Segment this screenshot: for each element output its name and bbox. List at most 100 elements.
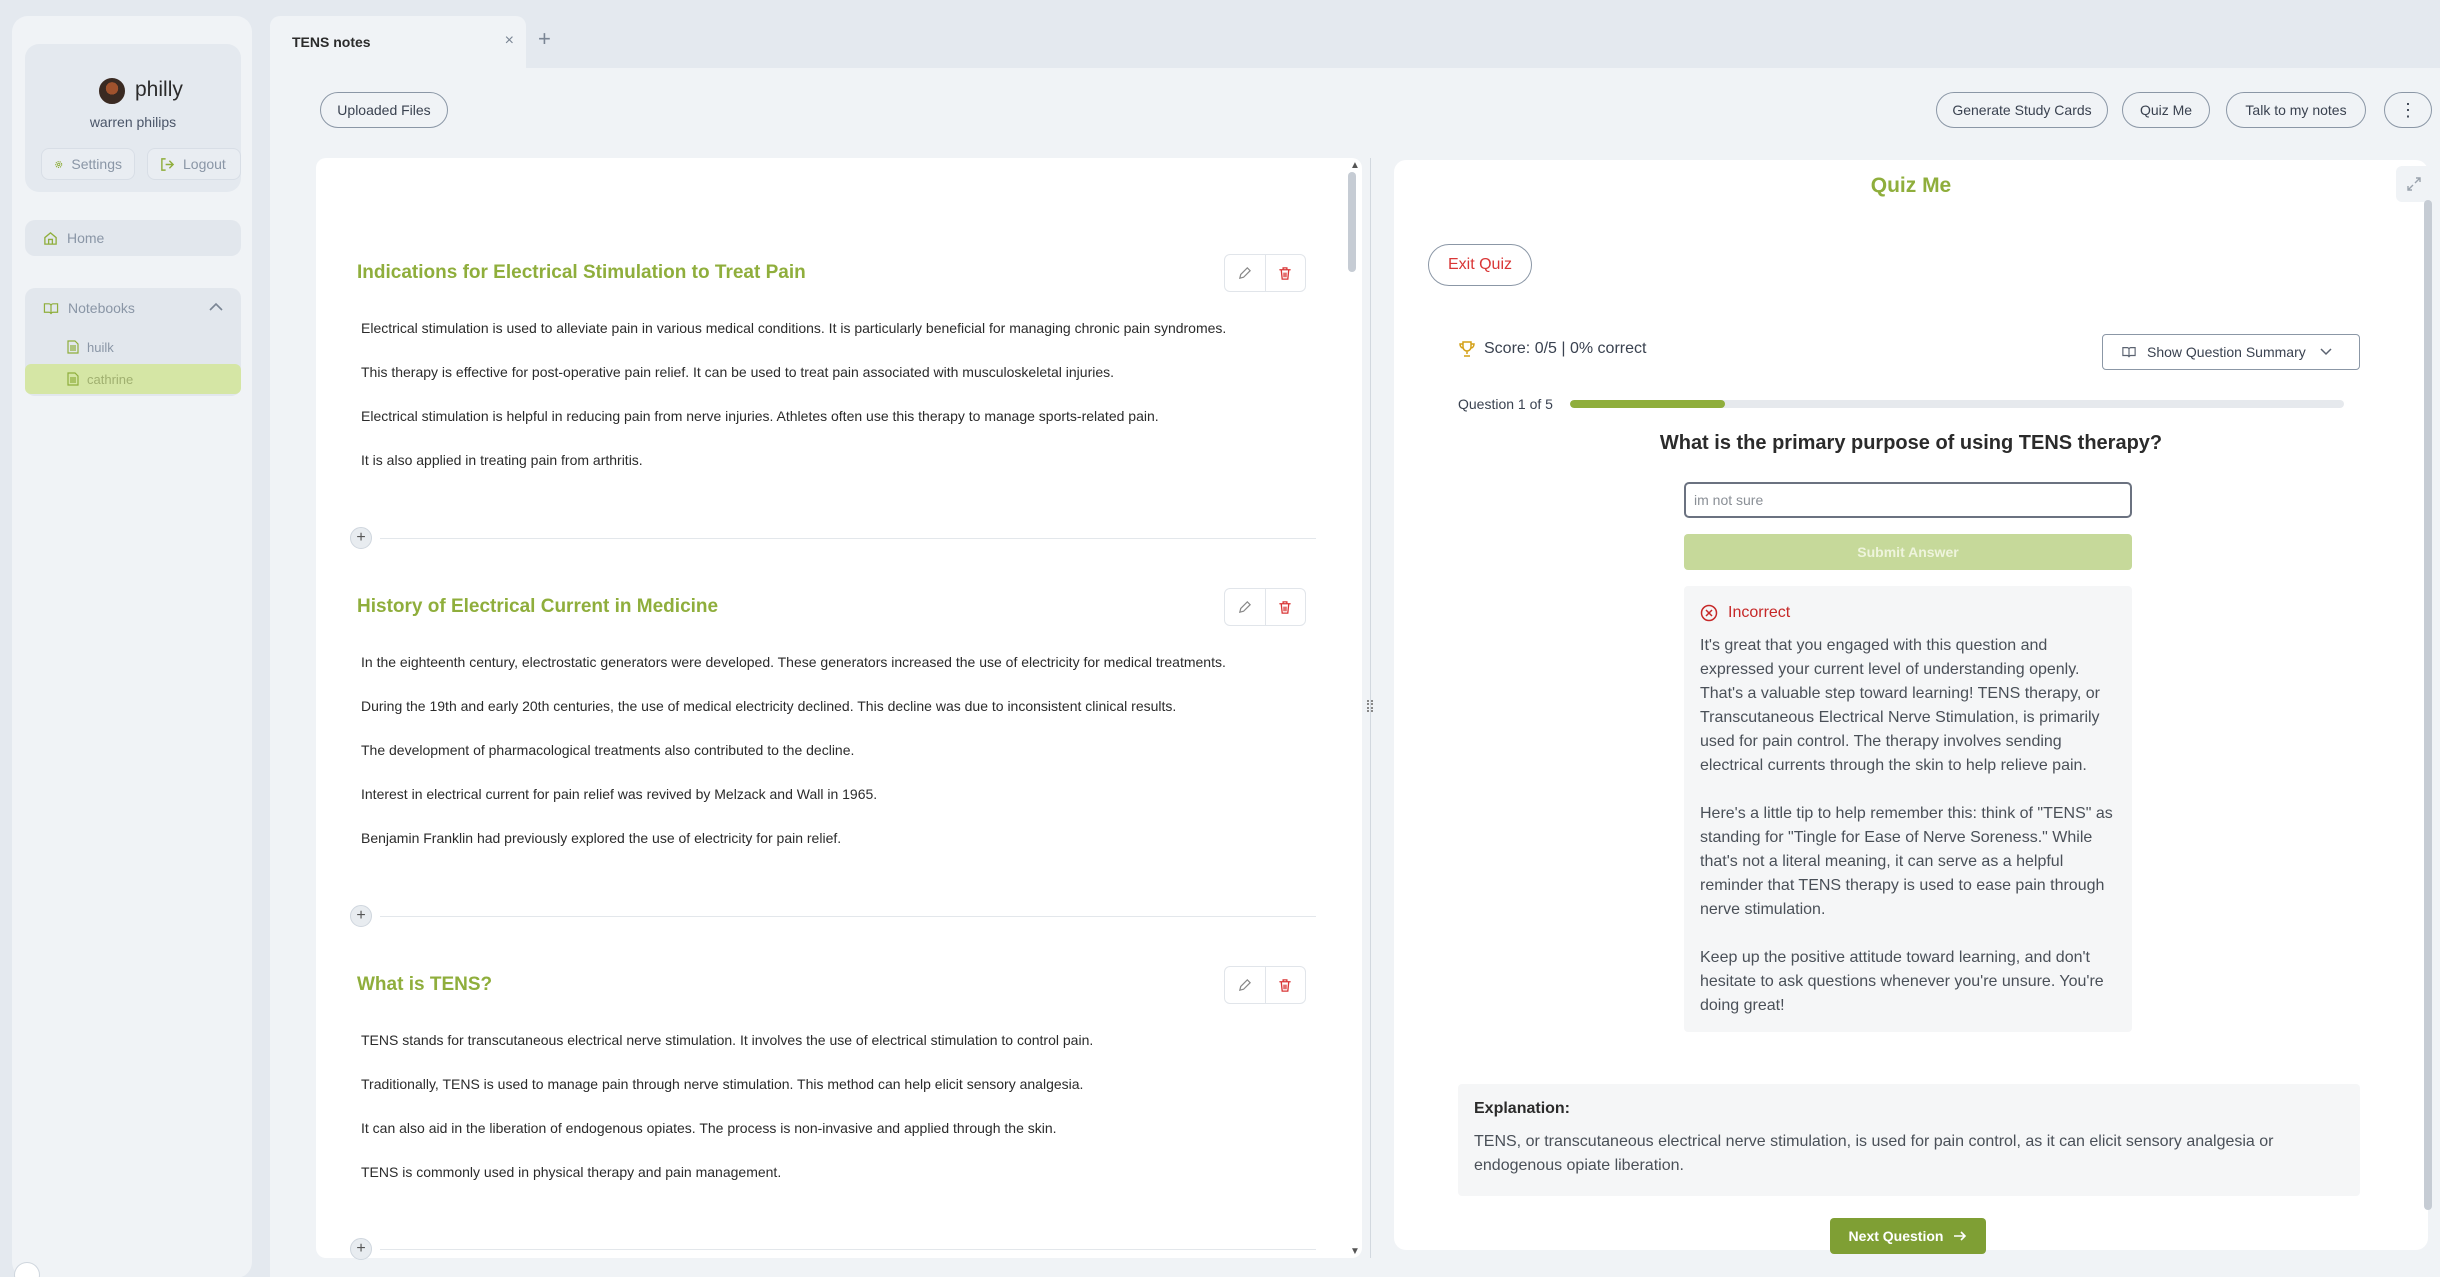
notebook-label: cathrine [87, 371, 134, 387]
sidebar: philly warren philips Settings Logout Ho… [0, 0, 252, 1277]
paragraph[interactable]: In the eighteenth century, electrostatic… [361, 654, 1226, 670]
score-text: Score: 0/5 | 0% correct [1484, 340, 1647, 357]
pencil-icon [1239, 266, 1252, 279]
more-options-button[interactable]: ⋮ [2384, 92, 2432, 128]
trash-icon [1279, 600, 1291, 614]
section-actions [1224, 588, 1306, 626]
delete-button[interactable] [1264, 589, 1306, 625]
file-icon [67, 340, 79, 354]
section-title: Indications for Electrical Stimulation t… [357, 262, 806, 283]
section-actions [1224, 966, 1306, 1004]
edit-button[interactable] [1225, 589, 1265, 625]
paragraph[interactable]: During the 19th and early 20th centuries… [361, 698, 1176, 714]
trophy-icon [1459, 341, 1475, 357]
edit-button[interactable] [1225, 255, 1265, 291]
add-section-button[interactable]: + [350, 527, 372, 549]
paragraph[interactable]: The development of pharmacological treat… [361, 742, 854, 758]
scroll-up-arrow[interactable]: ▲ [1350, 160, 1360, 171]
logout-icon [161, 157, 175, 171]
x-circle-icon [1700, 604, 1718, 622]
pencil-icon [1239, 978, 1252, 991]
user-full-name: warren philips [89, 114, 177, 130]
close-icon[interactable]: × [505, 32, 514, 50]
exit-quiz-button[interactable]: Exit Quiz [1428, 244, 1532, 286]
section-divider [380, 1249, 1316, 1250]
home-label: Home [67, 230, 105, 246]
settings-button[interactable]: Settings [41, 148, 135, 180]
quiz-title: Quiz Me [1870, 174, 1952, 197]
paragraph[interactable]: Traditionally, TENS is used to manage pa… [361, 1076, 1083, 1092]
uploaded-files-button[interactable]: Uploaded Files [320, 92, 448, 128]
sidebar-item-home[interactable]: Home [25, 220, 241, 256]
trash-icon [1279, 266, 1291, 280]
tab-tens-notes[interactable]: TENS notes × [270, 16, 526, 68]
next-question-label: Next Question [1848, 1228, 1944, 1244]
explanation-text: TENS, or transcutaneous electrical nerve… [1474, 1133, 2274, 1174]
delete-button[interactable] [1264, 967, 1306, 1003]
edit-button[interactable] [1225, 967, 1265, 1003]
notebooks-section: Notebooks huilk cathrine [25, 288, 241, 396]
logout-label: Logout [183, 156, 226, 172]
logout-button[interactable]: Logout [147, 148, 241, 180]
user-name: philly [135, 78, 183, 101]
show-question-summary-button[interactable]: Show Question Summary [2102, 334, 2360, 370]
paragraph[interactable]: Interest in electrical current for pain … [361, 786, 877, 802]
paragraph[interactable]: It can also aid in the liberation of end… [361, 1120, 1057, 1136]
book-icon [43, 302, 59, 314]
chevron-down-icon [2320, 348, 2332, 356]
scroll-down-arrow[interactable]: ▼ [1350, 1246, 1360, 1257]
submit-answer-button[interactable]: Submit Answer [1684, 534, 2132, 570]
section-actions [1224, 254, 1306, 292]
delete-button[interactable] [1264, 255, 1306, 291]
settings-label: Settings [71, 156, 122, 172]
quiz-progress-fill [1570, 400, 1725, 408]
trash-icon [1279, 978, 1291, 992]
paragraph[interactable]: It is also applied in treating pain from… [361, 452, 643, 468]
pencil-icon [1239, 600, 1252, 613]
notebooks-header[interactable]: Notebooks [43, 300, 135, 316]
score-display: Score: 0/5 | 0% correct [1458, 340, 1646, 358]
explanation-box: Explanation: TENS, or transcutaneous ele… [1458, 1084, 2360, 1196]
notebook-item-huilk[interactable]: huilk [25, 332, 241, 362]
tab-label: TENS notes [292, 34, 371, 50]
chevron-up-icon[interactable] [209, 302, 223, 312]
resize-handle[interactable] [1367, 700, 1373, 712]
feedback-text: It's great that you engaged with this qu… [1700, 634, 2120, 1018]
generate-study-cards-button[interactable]: Generate Study Cards [1936, 92, 2108, 128]
next-question-button[interactable]: Next Question [1830, 1218, 1986, 1254]
section-title: History of Electrical Current in Medicin… [357, 596, 719, 617]
home-icon [44, 231, 57, 245]
feedback-status: Incorrect [1700, 604, 1790, 622]
paragraph[interactable]: TENS stands for transcutaneous electrica… [361, 1032, 1093, 1048]
plus-icon[interactable]: + [538, 26, 551, 52]
sidebar-panel: philly warren philips Settings Logout Ho… [12, 16, 252, 1277]
file-icon [67, 372, 79, 386]
question-text: What is the primary purpose of using TEN… [1659, 432, 2163, 454]
feedback-status-text: Incorrect [1728, 604, 1791, 621]
quiz-scrollbar[interactable] [2424, 200, 2432, 1210]
feedback-paragraph: Here's a little tip to help remember thi… [1700, 805, 2113, 918]
paragraph[interactable]: Benjamin Franklin had previously explore… [361, 830, 841, 846]
summary-label: Show Question Summary [2147, 344, 2306, 360]
expand-button[interactable] [2396, 166, 2432, 202]
section-divider [380, 916, 1316, 917]
talk-to-notes-button[interactable]: Talk to my notes [2226, 92, 2366, 128]
answer-input[interactable] [1684, 482, 2132, 518]
notebook-item-cathrine[interactable]: cathrine [25, 364, 241, 394]
paragraph[interactable]: Electrical stimulation is helpful in red… [361, 408, 1159, 424]
notebooks-label: Notebooks [68, 300, 135, 316]
expand-icon [2407, 177, 2421, 191]
add-section-button[interactable]: + [350, 1238, 372, 1260]
paragraph[interactable]: Electrical stimulation is used to allevi… [361, 320, 1226, 336]
gear-icon [55, 160, 63, 168]
add-section-button[interactable]: + [350, 905, 372, 927]
explanation-label: Explanation: [1474, 1100, 1571, 1117]
paragraph[interactable]: TENS is commonly used in physical therap… [361, 1164, 781, 1180]
arrow-right-icon [1954, 1231, 1967, 1241]
quiz-me-button[interactable]: Quiz Me [2122, 92, 2210, 128]
paragraph[interactable]: This therapy is effective for post-opera… [361, 364, 1114, 380]
avatar[interactable] [97, 76, 127, 106]
section-title: What is TENS? [357, 974, 493, 995]
notes-scrollbar[interactable] [1348, 172, 1356, 272]
notebook-label: huilk [87, 339, 114, 355]
